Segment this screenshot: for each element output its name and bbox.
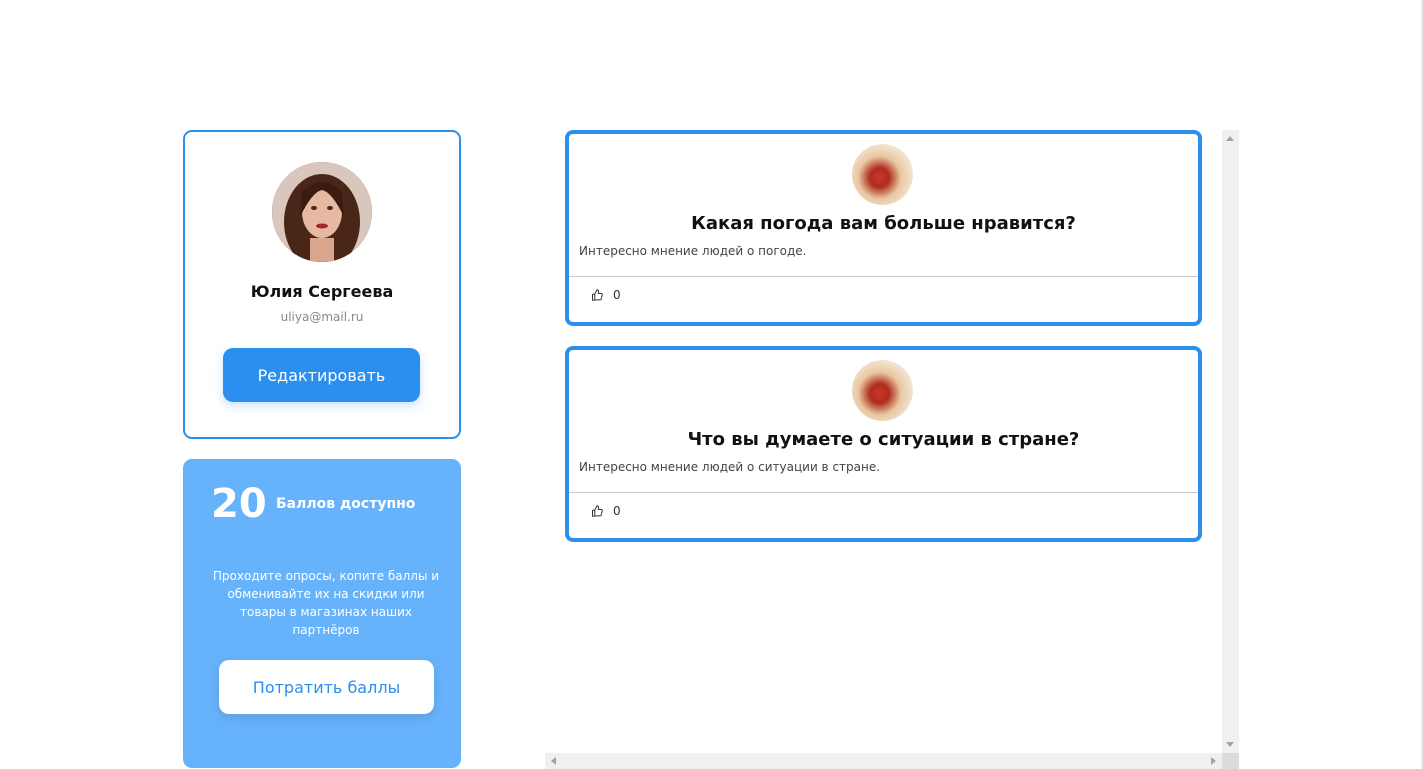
avatar-image	[272, 162, 372, 262]
like-count: 0	[613, 288, 621, 302]
points-value: 20	[211, 481, 267, 527]
thumbs-up-icon[interactable]	[591, 289, 603, 301]
profile-email: uliya@mail.ru	[280, 310, 364, 324]
points-description: Проходите опросы, копите баллы и обменив…	[212, 569, 440, 637]
thumbs-up-icon[interactable]	[591, 505, 603, 517]
chevron-left-icon[interactable]	[551, 757, 556, 765]
survey-title[interactable]: Какая погода вам больше нравится?	[569, 213, 1198, 234]
survey-title[interactable]: Что вы думаете о ситуации в стране?	[569, 429, 1198, 450]
points-card: 20 Баллов доступно Проходите опросы, коп…	[183, 459, 461, 768]
chevron-down-icon[interactable]	[1226, 742, 1234, 747]
vertical-scrollbar[interactable]	[1222, 130, 1239, 753]
survey-card[interactable]: Какая погода вам больше нравится? Интере…	[565, 130, 1202, 326]
survey-card[interactable]: Что вы думаете о ситуации в стране? Инте…	[565, 346, 1202, 542]
survey-divider	[569, 492, 1198, 493]
survey-description: Интересно мнение людей о погоде.	[579, 244, 807, 258]
survey-divider	[569, 276, 1198, 277]
scrollbar-corner	[1222, 753, 1239, 769]
horizontal-scrollbar[interactable]	[545, 753, 1222, 769]
survey-list[interactable]: Какая погода вам больше нравится? Интере…	[545, 130, 1239, 769]
like-count: 0	[613, 504, 621, 518]
survey-image	[852, 144, 913, 205]
spend-points-button[interactable]: Потратить баллы	[219, 660, 434, 714]
survey-footer: 0	[591, 504, 621, 518]
chevron-right-icon[interactable]	[1211, 757, 1216, 765]
profile-card: Юлия Сергеева uliya@mail.ru Редактироват…	[183, 130, 461, 439]
survey-footer: 0	[591, 288, 621, 302]
page: Юлия Сергеева uliya@mail.ru Редактироват…	[0, 0, 1423, 769]
chevron-up-icon[interactable]	[1226, 136, 1234, 141]
survey-description: Интересно мнение людей о ситуации в стра…	[579, 460, 881, 474]
profile-name: Юлия Сергеева	[250, 282, 394, 301]
points-caption: Баллов доступно	[276, 496, 416, 512]
avatar	[272, 162, 372, 262]
survey-image	[852, 360, 913, 421]
edit-profile-button[interactable]: Редактировать	[223, 348, 420, 402]
